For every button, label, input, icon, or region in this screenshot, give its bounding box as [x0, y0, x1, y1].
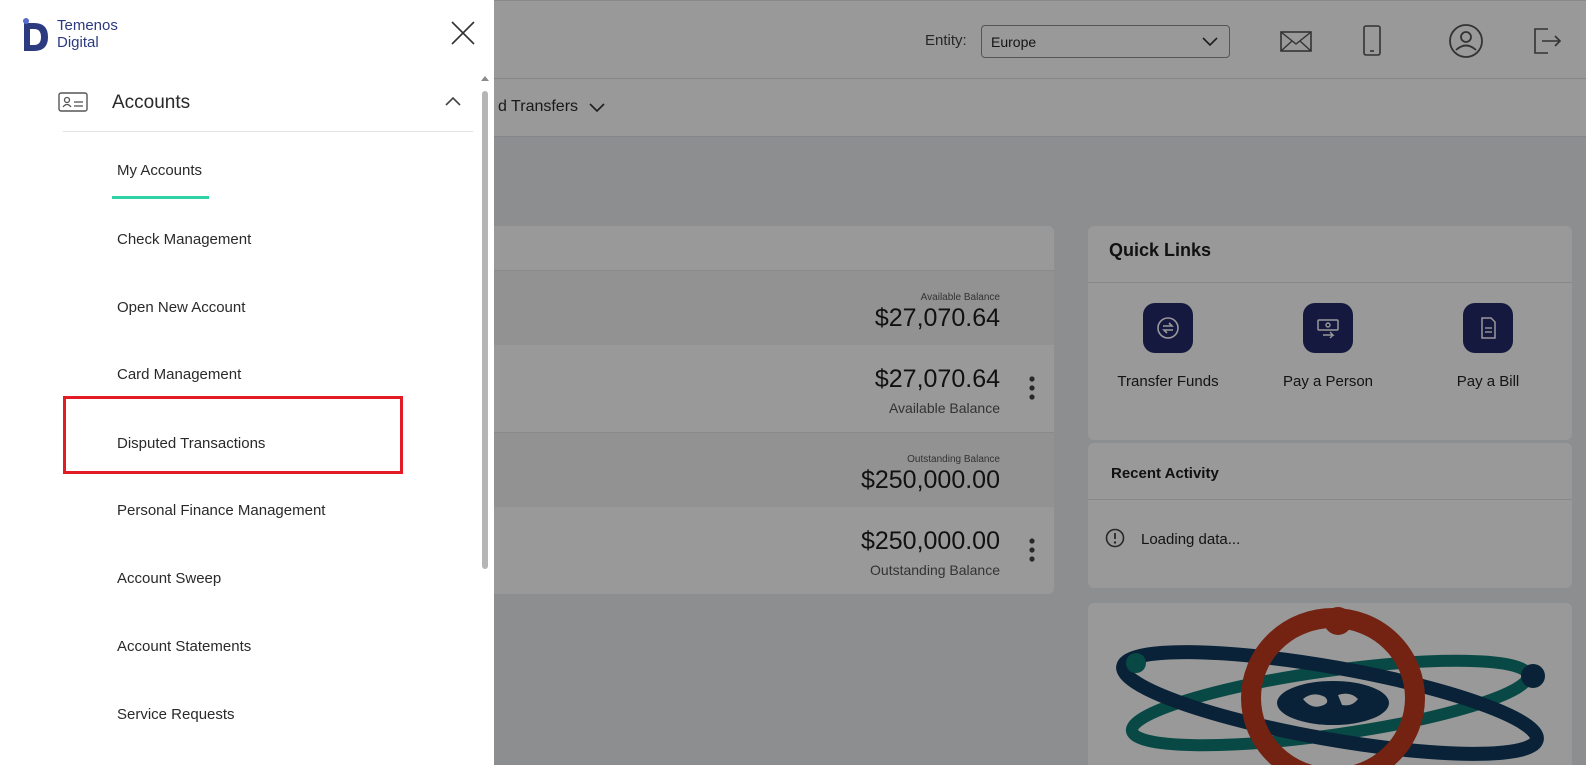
close-icon[interactable]: [449, 19, 477, 47]
side-menu-drawer: Temenos Digital Accounts My Accounts Che…: [0, 0, 494, 765]
highlight-annotation-box: [63, 396, 403, 474]
accounts-section-title: Accounts: [112, 92, 191, 113]
scrollbar-thumb[interactable]: [482, 91, 488, 569]
chevron-up-icon[interactable]: [444, 95, 462, 107]
menu-item-card-management[interactable]: Card Management: [117, 366, 241, 383]
menu-item-open-new-account[interactable]: Open New Account: [117, 299, 245, 316]
id-card-icon: [58, 92, 88, 112]
menu-item-service-requests[interactable]: Service Requests: [117, 706, 235, 723]
menu-item-account-sweep[interactable]: Account Sweep: [117, 570, 221, 587]
drawer-scrollbar[interactable]: [480, 76, 490, 765]
menu-item-check-management[interactable]: Check Management: [117, 231, 251, 248]
scroll-up-arrow-icon[interactable]: [481, 76, 489, 81]
menu-item-personal-finance-management[interactable]: Personal Finance Management: [117, 502, 325, 519]
logo-text-line1: Temenos: [57, 17, 118, 34]
accounts-section-header[interactable]: Accounts: [58, 86, 473, 132]
temenos-logo: Temenos Digital: [20, 17, 140, 53]
active-item-underline: [112, 196, 209, 199]
menu-item-my-accounts[interactable]: My Accounts: [117, 162, 202, 179]
logo-text-line2: Digital: [57, 34, 99, 51]
brand-logo-icon: [23, 18, 48, 51]
menu-item-account-statements[interactable]: Account Statements: [117, 638, 251, 655]
